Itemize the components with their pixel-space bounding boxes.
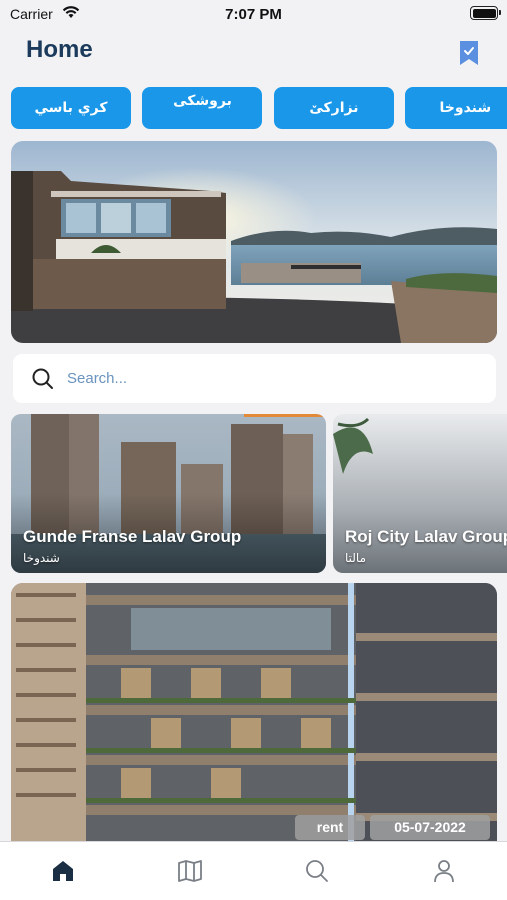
status-bar: Carrier 7:07 PM <box>0 0 507 28</box>
project-card-title: Roj City Lalav Group <box>345 527 507 546</box>
battery-icon <box>470 6 501 20</box>
search-icon <box>32 368 53 389</box>
project-card[interactable]: Roj City Lalav Group مالتا <box>333 414 507 573</box>
tab-home[interactable] <box>0 842 126 900</box>
search-input[interactable] <box>67 354 467 403</box>
page-title: Home <box>26 36 93 63</box>
category-chip-broshki[interactable]: بروشكى <box>142 87 263 129</box>
bookmark-check-icon[interactable] <box>458 40 480 66</box>
profile-icon <box>434 860 454 883</box>
category-chip-nzarki[interactable]: نزاركێ <box>273 87 394 129</box>
category-chip-shandokha[interactable]: شندوخا <box>405 87 507 129</box>
search-bar <box>13 354 496 403</box>
tab-map[interactable] <box>127 842 253 900</box>
project-card-location: مالتا <box>345 551 367 565</box>
map-icon <box>178 860 202 882</box>
project-card[interactable]: Gunde Franse Lalav Group شندوخا <box>11 414 326 573</box>
property-listing-image[interactable] <box>11 583 497 843</box>
project-card-title: Gunde Franse Lalav Group <box>23 527 242 546</box>
featured-projects-carousel: Gunde Franse Lalav Group شندوخا Roj City… <box>11 414 507 573</box>
tab-search[interactable] <box>254 842 380 900</box>
home-icon <box>53 861 73 881</box>
project-card-location: شندوخا <box>23 551 60 565</box>
category-chips: كري باسي بروشكى نزاركێ شندوخا <box>11 87 507 129</box>
hero-banner-image[interactable] <box>11 141 497 343</box>
listing-type-tag: rent <box>295 815 365 840</box>
tab-bar <box>0 841 507 900</box>
tab-profile[interactable] <box>381 842 507 900</box>
listing-date-tag: 05-07-2022 <box>370 815 490 840</box>
category-chip-kri-basi[interactable]: كري باسي <box>11 87 131 129</box>
clock: 7:07 PM <box>225 6 282 23</box>
search-icon <box>306 860 328 882</box>
